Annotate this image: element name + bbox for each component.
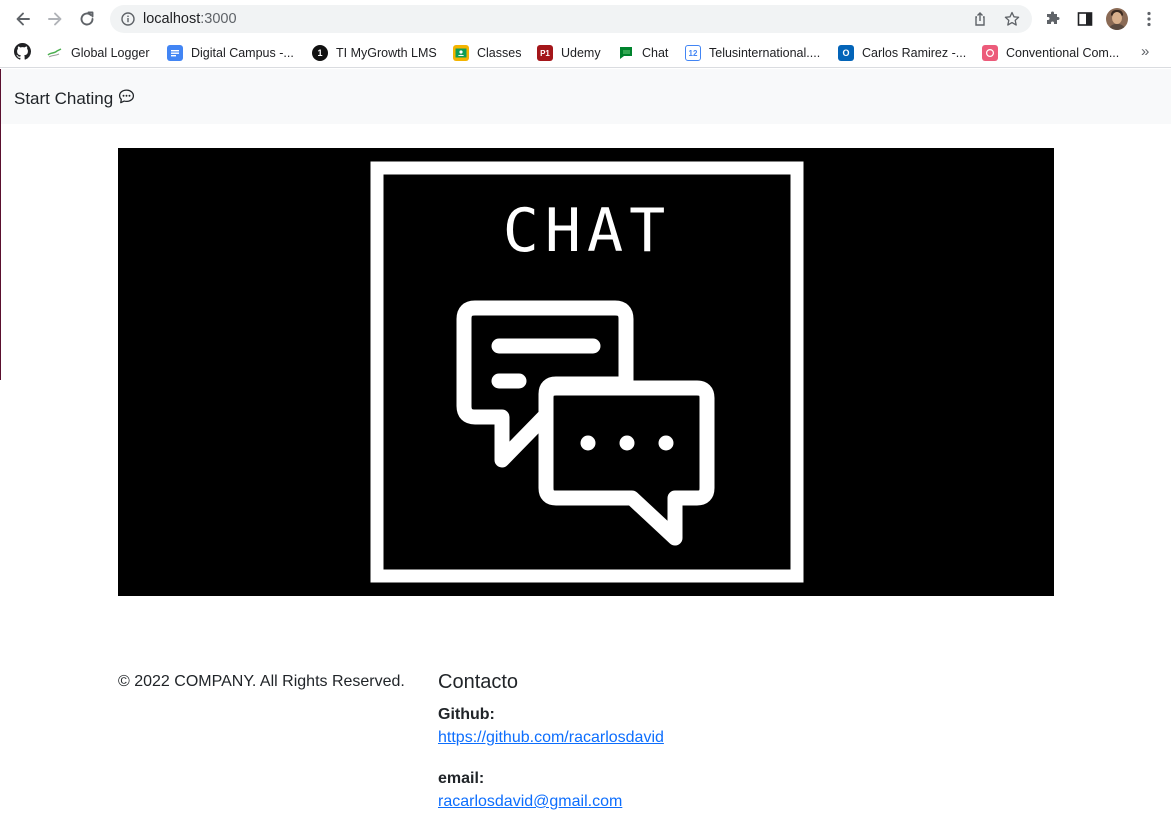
udemy-icon: P1 bbox=[537, 45, 553, 61]
menu-kebab-icon[interactable] bbox=[1140, 10, 1158, 28]
bookmark-label: Global Logger bbox=[71, 46, 150, 60]
footer-copyright: © 2022 COMPANY. All Rights Reserved. bbox=[118, 673, 405, 690]
app-navbar: Start Chating bbox=[0, 69, 1171, 124]
address-bar[interactable]: localhost:3000 bbox=[110, 5, 1032, 33]
google-chat-icon bbox=[618, 45, 634, 61]
side-panel-icon[interactable] bbox=[1076, 10, 1094, 28]
share-icon[interactable] bbox=[972, 11, 988, 27]
url-port: :3000 bbox=[200, 11, 237, 27]
window-edge bbox=[0, 69, 1, 380]
email-label: email: bbox=[438, 770, 485, 787]
bookmarks-bar: Global Logger Digital Campus -... 1 TI M… bbox=[0, 38, 1171, 68]
bookmark-chat[interactable]: Chat bbox=[618, 43, 668, 63]
reload-icon[interactable] bbox=[75, 7, 99, 31]
bookmark-udemy[interactable]: P1 Udemy bbox=[537, 43, 601, 63]
browser-toolbar: localhost:3000 bbox=[0, 0, 1171, 38]
conventional-icon bbox=[982, 45, 998, 61]
navbar-brand[interactable]: Start Chating bbox=[14, 88, 135, 110]
bookmark-carlos[interactable]: O Carlos Ramirez -... bbox=[838, 43, 966, 63]
bookmark-label: Telusinternational.... bbox=[709, 46, 821, 60]
url-host: localhost bbox=[143, 11, 201, 27]
github-bookmark[interactable] bbox=[14, 43, 32, 63]
forward-icon[interactable] bbox=[43, 7, 67, 31]
chat-bubble-icon bbox=[113, 88, 135, 110]
url-text[interactable]: localhost:3000 bbox=[143, 11, 237, 27]
bookmark-conventional[interactable]: Conventional Com... bbox=[982, 43, 1119, 63]
email-link[interactable]: racarlosdavid@gmail.com bbox=[438, 793, 622, 811]
contact-heading: Contacto bbox=[438, 671, 519, 693]
chat-bubbles-icon bbox=[456, 300, 715, 546]
hero-image: CHAT bbox=[118, 148, 1054, 596]
google-calendar-icon: 12 bbox=[685, 45, 701, 61]
github-icon bbox=[14, 43, 32, 63]
bookmark-digital-campus[interactable]: Digital Campus -... bbox=[167, 43, 294, 63]
bookmark-label: Classes bbox=[477, 46, 522, 60]
bookmark-label: Digital Campus -... bbox=[191, 46, 294, 60]
bookmark-mygrowth[interactable]: 1 TI MyGrowth LMS bbox=[312, 43, 437, 63]
mygrowth-icon: 1 bbox=[312, 45, 328, 61]
bookmark-label: Carlos Ramirez -... bbox=[862, 46, 967, 60]
github-link[interactable]: https://github.com/racarlosdavid bbox=[438, 729, 664, 747]
outlook-icon: O bbox=[838, 45, 854, 61]
bookmark-label: Udemy bbox=[561, 46, 601, 60]
bookmark-classes[interactable]: Classes bbox=[453, 43, 521, 63]
bookmarks-overflow-button[interactable]: » bbox=[1141, 43, 1149, 60]
extensions-icon[interactable] bbox=[1044, 10, 1062, 28]
google-classroom-icon bbox=[453, 45, 469, 61]
google-docs-icon bbox=[167, 45, 183, 61]
back-icon[interactable] bbox=[11, 7, 35, 31]
github-label: Github: bbox=[438, 706, 495, 723]
bookmark-label: Chat bbox=[642, 46, 669, 60]
brand-label: Start Chating bbox=[14, 89, 114, 108]
hero-title: CHAT bbox=[503, 196, 672, 266]
global-logger-icon bbox=[47, 45, 63, 61]
bookmark-label: TI MyGrowth LMS bbox=[336, 46, 437, 60]
bookmark-star-icon[interactable] bbox=[1004, 11, 1020, 27]
bookmark-label: Conventional Com... bbox=[1006, 46, 1120, 60]
profile-avatar[interactable] bbox=[1106, 8, 1128, 30]
bookmark-telus[interactable]: 12 Telusinternational.... bbox=[685, 43, 820, 63]
bookmark-global-logger[interactable]: Global Logger bbox=[47, 43, 150, 63]
site-info-icon[interactable] bbox=[121, 12, 135, 31]
